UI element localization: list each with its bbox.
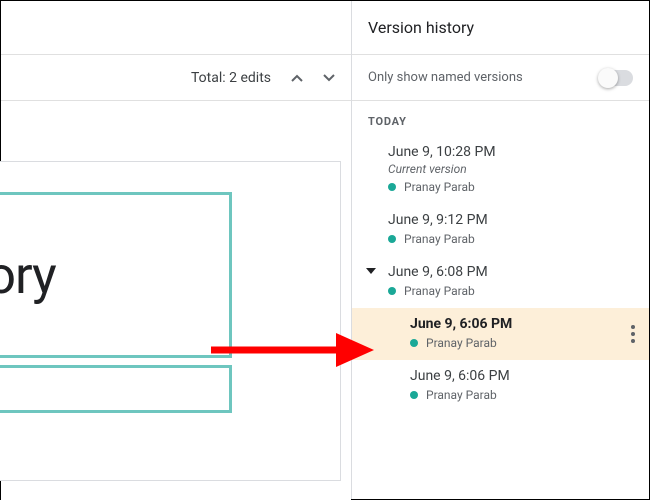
current-version-label: Current version (388, 162, 633, 176)
version-item[interactable]: June 9, 6:06 PM Pranay Parab (352, 360, 649, 412)
more-options-icon[interactable] (631, 325, 635, 343)
chevron-up-icon (291, 74, 303, 82)
slide-thumbnail: story des (0, 161, 341, 481)
title-selection-box: story (0, 192, 232, 358)
version-timestamp: June 9, 6:06 PM (410, 316, 633, 332)
version-author: Pranay Parab (404, 284, 475, 298)
edits-toolbar: Total: 2 edits (1, 55, 351, 101)
version-item-expandable[interactable]: June 9, 6:08 PM Pranay Parab (352, 256, 649, 308)
version-item[interactable]: June 9, 10:28 PM Current version Pranay … (352, 136, 649, 204)
chevron-down-icon (323, 74, 335, 82)
version-author-row: Pranay Parab (410, 388, 633, 402)
version-history-panel: Version history Only show named versions… (351, 1, 649, 499)
caret-down-icon (366, 268, 376, 274)
section-today: TODAY (352, 101, 649, 136)
next-edit-button[interactable] (315, 64, 343, 92)
author-dot-icon (388, 235, 396, 243)
version-author-row: Pranay Parab (388, 232, 633, 246)
slide-title-text: story (0, 245, 56, 306)
version-timestamp: June 9, 6:08 PM (388, 264, 633, 280)
version-item-selected[interactable]: June 9, 6:06 PM Pranay Parab (352, 308, 649, 360)
named-versions-toggle[interactable] (599, 70, 633, 86)
version-author: Pranay Parab (404, 232, 475, 246)
version-author: Pranay Parab (404, 180, 475, 194)
version-author-row: Pranay Parab (388, 284, 633, 298)
version-author: Pranay Parab (426, 388, 497, 402)
named-versions-label: Only show named versions (368, 70, 523, 85)
author-dot-icon (388, 183, 396, 191)
document-area: Total: 2 edits story des (1, 1, 351, 501)
total-edits-label: Total: 2 edits (191, 70, 271, 86)
panel-title: Version history (352, 1, 649, 55)
named-versions-row: Only show named versions (352, 55, 649, 101)
version-timestamp: June 9, 9:12 PM (388, 212, 633, 228)
author-dot-icon (410, 339, 418, 347)
top-bar-spacer (1, 1, 351, 55)
version-author: Pranay Parab (426, 336, 497, 350)
version-author-row: Pranay Parab (388, 180, 633, 194)
version-item[interactable]: June 9, 9:12 PM Pranay Parab (352, 204, 649, 256)
author-dot-icon (388, 287, 396, 295)
previous-edit-button[interactable] (283, 64, 311, 92)
author-dot-icon (410, 391, 418, 399)
version-author-row: Pranay Parab (410, 336, 633, 350)
subtitle-selection-box: des (0, 365, 232, 413)
version-timestamp: June 9, 10:28 PM (388, 144, 633, 160)
version-timestamp: June 9, 6:06 PM (410, 368, 633, 384)
